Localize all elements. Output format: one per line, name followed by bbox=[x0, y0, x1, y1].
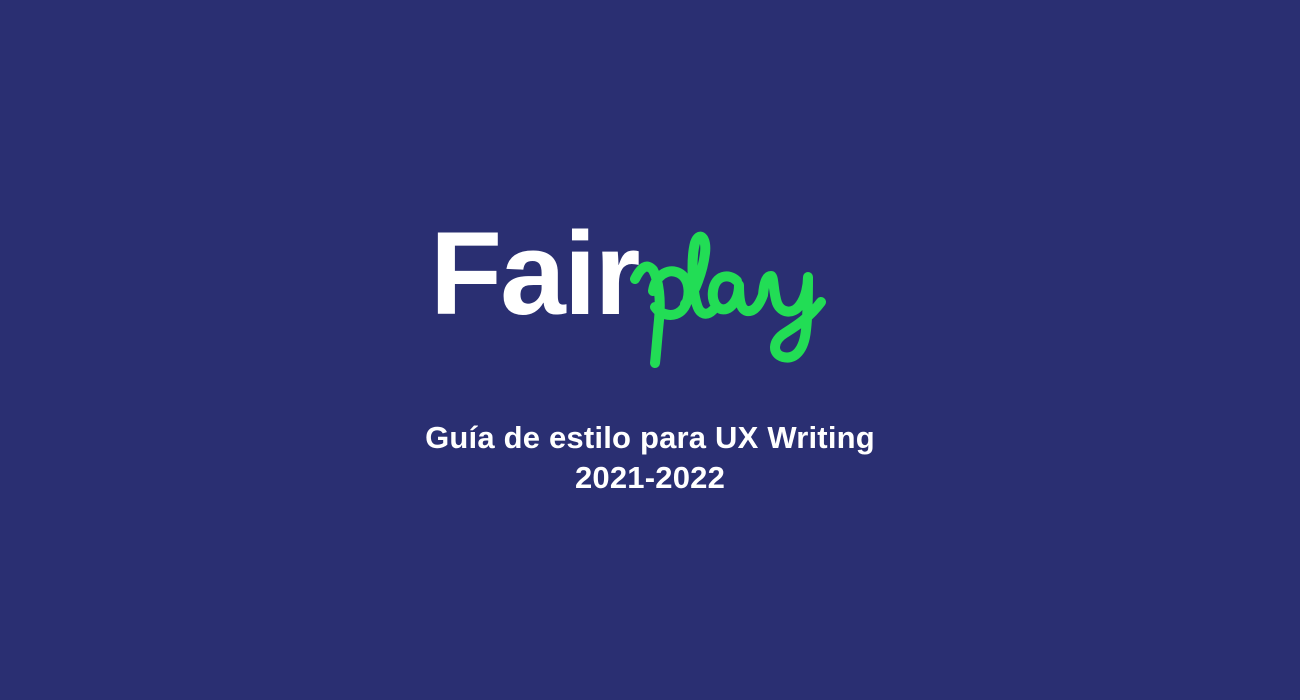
logo-script-play: play bbox=[630, 231, 826, 368]
fairplay-logo: Fair play bbox=[430, 215, 890, 375]
subtitle-line-2: 2021-2022 bbox=[574, 460, 726, 495]
logo-wordmark-fair: Fair bbox=[430, 208, 640, 340]
subtitle-line-1: Guía de estilo para UX Writing bbox=[425, 420, 875, 455]
document-subtitle: Guía de estilo para UX Writing 2021-2022 bbox=[0, 418, 1300, 498]
cover-page: Fair play Guía de estilo para UX Writing… bbox=[0, 0, 1300, 700]
